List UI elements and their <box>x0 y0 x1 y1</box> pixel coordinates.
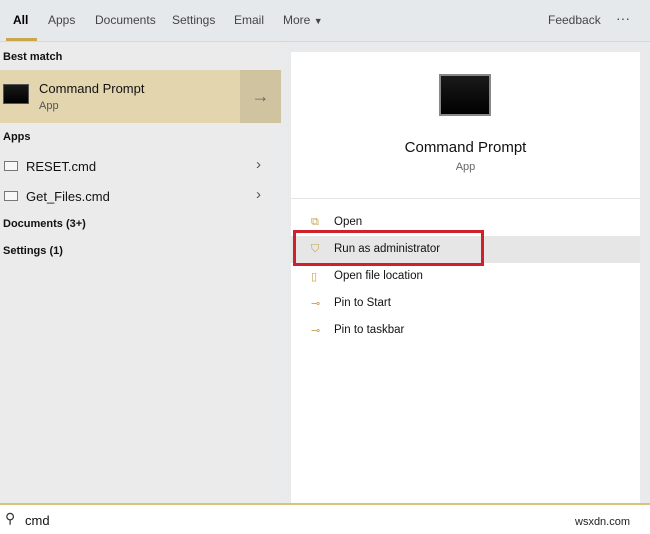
caret-down-icon: ▼ <box>313 16 323 26</box>
command-prompt-icon <box>3 84 29 104</box>
best-match-title: Command Prompt <box>39 81 145 96</box>
action-pin-to-start[interactable]: ⊸ Pin to Start <box>291 290 640 317</box>
action-label: Open <box>334 216 363 228</box>
app-result-label: RESET.cmd <box>26 159 97 174</box>
tab-more-label: More <box>283 13 311 27</box>
tab-all[interactable]: All <box>13 13 28 27</box>
preview-panel: Command Prompt App ⧉ Open ⛉ Run as adminis… <box>291 52 640 503</box>
app-result-get-files[interactable]: Get_Files.cmd › <box>0 182 281 210</box>
arrow-right-icon[interactable]: → <box>240 70 281 123</box>
search-input[interactable]: cmd <box>25 513 50 528</box>
preview-title: Command Prompt <box>404 139 527 156</box>
best-match-subtitle: App <box>39 100 59 112</box>
file-location-icon: ▯ <box>311 271 318 283</box>
tab-apps[interactable]: Apps <box>48 13 75 27</box>
active-tab-indicator <box>6 38 37 41</box>
apps-heading: Apps <box>3 131 31 143</box>
best-match-result[interactable]: Command Prompt App → <box>0 70 281 123</box>
tab-email[interactable]: Email <box>234 13 264 27</box>
app-result-label: Get_Files.cmd <box>26 189 110 204</box>
cmd-file-icon <box>4 161 18 171</box>
action-pin-to-taskbar[interactable]: ⊸ Pin to taskbar <box>291 317 640 344</box>
tab-more[interactable]: More ▼ <box>283 13 323 27</box>
feedback-button[interactable]: Feedback <box>548 13 601 27</box>
tab-settings[interactable]: Settings <box>172 13 215 27</box>
preview-subtitle: App <box>455 161 476 173</box>
best-match-heading: Best match <box>3 51 63 63</box>
highlight-box <box>293 230 484 266</box>
open-icon: ⧉ <box>311 216 319 228</box>
chevron-right-icon[interactable]: › <box>256 186 261 203</box>
documents-heading[interactable]: Documents (3+) <box>3 218 86 230</box>
more-options-icon[interactable]: ··· <box>616 10 630 26</box>
search-icon: ⚲ <box>5 510 16 526</box>
action-open-file-location[interactable]: ▯ Open file location <box>291 263 640 290</box>
tab-documents[interactable]: Documents <box>95 13 156 27</box>
pin-icon: ⊸ <box>311 325 321 337</box>
watermark: wsxdn.com <box>575 516 631 528</box>
filter-tabs-bar: All Apps Documents Settings Email More ▼… <box>0 0 650 42</box>
divider <box>291 198 640 199</box>
search-box[interactable]: ⚲ cmd wsxdn.com <box>0 503 650 534</box>
settings-heading[interactable]: Settings (1) <box>3 245 63 257</box>
cmd-file-icon <box>4 191 18 201</box>
pin-icon: ⊸ <box>311 298 321 310</box>
app-result-reset[interactable]: RESET.cmd › <box>0 152 281 180</box>
action-label: Pin to Start <box>334 297 391 309</box>
chevron-right-icon[interactable]: › <box>256 156 261 173</box>
action-label: Open file location <box>334 270 423 282</box>
action-label: Pin to taskbar <box>334 324 405 336</box>
command-prompt-large-icon <box>439 74 491 116</box>
